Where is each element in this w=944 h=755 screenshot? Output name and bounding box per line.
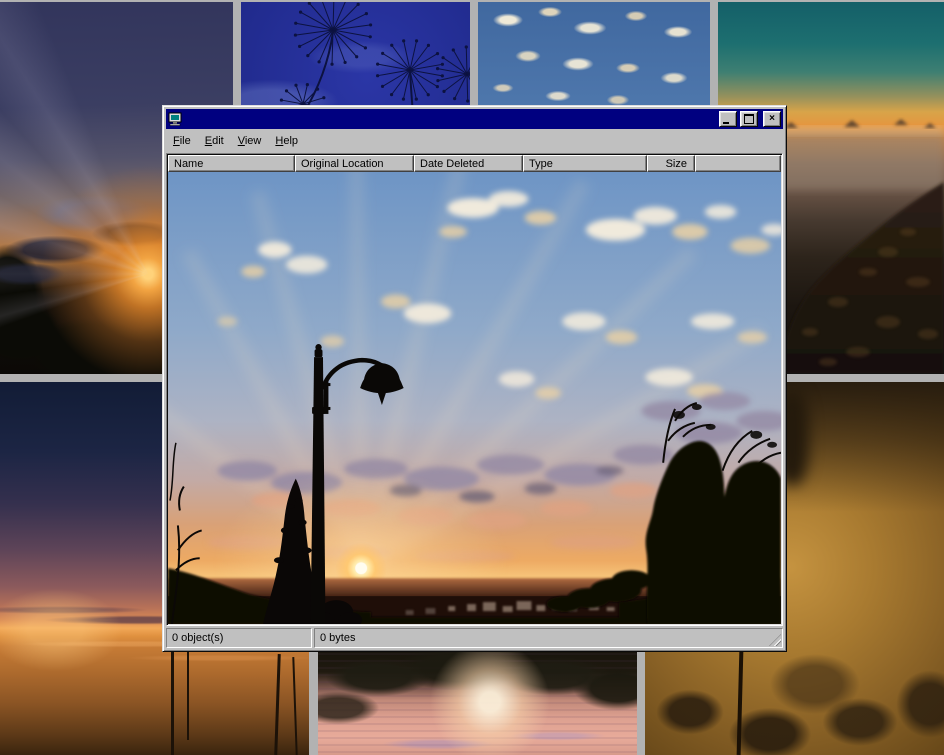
minimize-icon — [723, 122, 729, 124]
close-button[interactable]: × — [763, 111, 781, 127]
menu-item-help[interactable]: Help — [268, 132, 305, 150]
status-size-text: 0 bytes — [320, 632, 355, 644]
column-header-type[interactable]: Type — [523, 155, 647, 172]
desktop: { "desktop": { "wallpaper_tiles": [ "sun… — [0, 0, 944, 755]
close-icon: × — [769, 114, 775, 124]
status-objects-panel: 0 object(s) — [166, 628, 312, 648]
menu-item-view[interactable]: View — [231, 132, 269, 150]
sun — [355, 562, 367, 574]
maximize-icon — [744, 114, 754, 124]
minimize-button[interactable] — [719, 111, 737, 127]
water-pole — [292, 657, 297, 755]
status-objects-text: 0 object(s) — [172, 632, 223, 644]
water-pole — [274, 654, 281, 755]
thin-pole — [737, 650, 744, 755]
sunset-photo — [168, 172, 781, 624]
resize-grip[interactable] — [769, 634, 781, 646]
status-bar: 0 object(s) 0 bytes — [166, 628, 783, 648]
column-header-filler — [695, 155, 781, 172]
menu-bar: FileEditViewHelp — [166, 129, 783, 153]
maximize-button[interactable] — [740, 111, 758, 127]
column-header-date-deleted[interactable]: Date Deleted — [414, 155, 523, 172]
file-list-view[interactable] — [168, 172, 781, 624]
water-pole — [187, 650, 189, 740]
menu-item-edit[interactable]: Edit — [198, 132, 231, 150]
computer-icon — [168, 112, 182, 126]
column-header-row: NameOriginal LocationDate DeletedTypeSiz… — [168, 155, 781, 172]
column-header-size[interactable]: Size — [647, 155, 695, 172]
title-bar[interactable]: × — [166, 109, 783, 129]
recycle-bin-window: × FileEditViewHelp NameOriginal Location… — [162, 105, 787, 652]
column-header-name[interactable]: Name — [168, 155, 295, 172]
water-pole — [171, 648, 174, 755]
status-size-panel: 0 bytes — [314, 628, 783, 648]
column-header-original-location[interactable]: Original Location — [295, 155, 414, 172]
menu-item-file[interactable]: File — [166, 132, 198, 150]
list-client-area: NameOriginal LocationDate DeletedTypeSiz… — [166, 153, 783, 626]
